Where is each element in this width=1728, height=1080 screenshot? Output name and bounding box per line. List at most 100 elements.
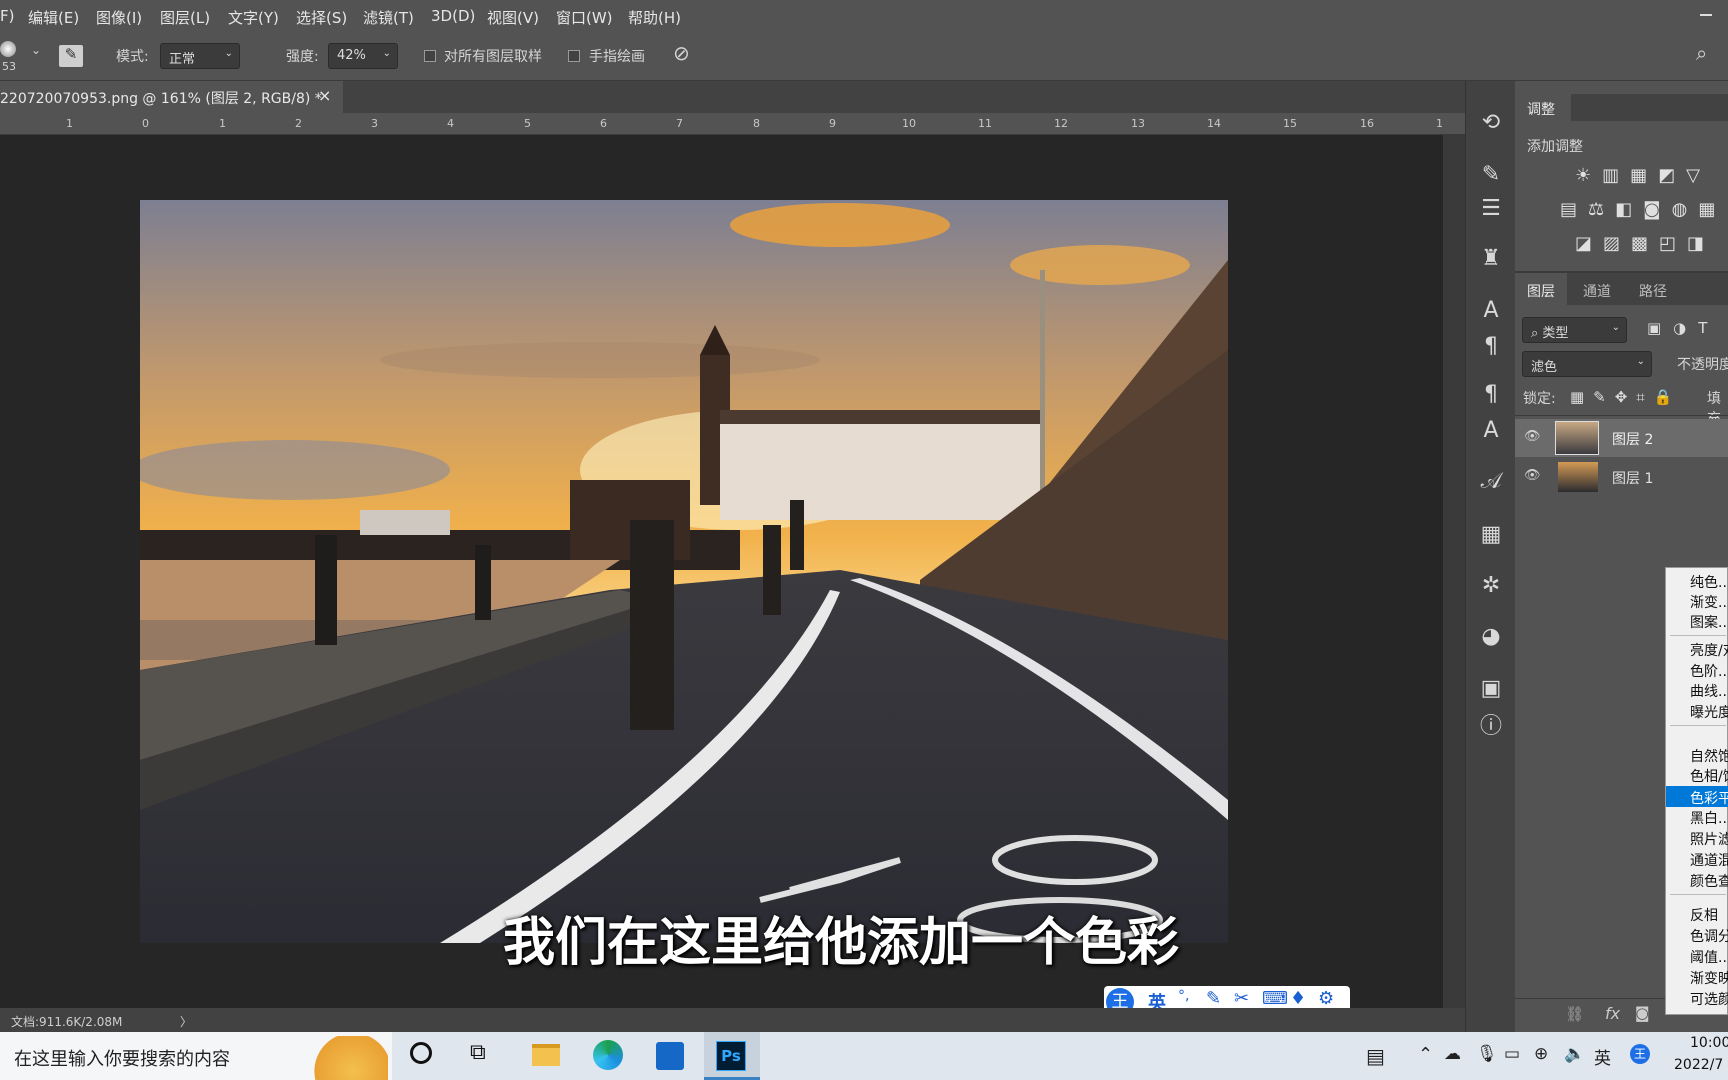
clone-stamp-icon[interactable]: ♜ bbox=[1477, 245, 1505, 273]
character-icon[interactable]: A bbox=[1477, 297, 1505, 325]
sliders-icon[interactable]: ☰ bbox=[1477, 195, 1505, 223]
brush-panel-icon[interactable]: ✎ bbox=[1477, 161, 1505, 189]
menu-item-hue-saturation[interactable]: 色相/饱和度... bbox=[1690, 766, 1728, 786]
layer-filter-select[interactable]: ⌕ 类型 ⌄ bbox=[1522, 317, 1627, 343]
menu-select[interactable]: 选择(S) bbox=[296, 7, 347, 28]
minimize-icon[interactable] bbox=[1700, 14, 1712, 16]
menu-item-posterize[interactable]: 色调分离... bbox=[1690, 926, 1728, 946]
libraries-icon[interactable]: ▣ bbox=[1477, 675, 1505, 703]
lock-icons[interactable]: ▦✎✥⌗🔒 bbox=[1570, 388, 1681, 406]
tab-adjustments[interactable]: 调整 bbox=[1515, 94, 1571, 121]
menu-item-levels[interactable]: 色阶... bbox=[1690, 661, 1728, 681]
visibility-eye-icon[interactable]: 👁 bbox=[1524, 429, 1541, 444]
task-view-icon[interactable]: ⧉ bbox=[470, 1040, 486, 1065]
brush-settings-icon[interactable]: ✎ bbox=[59, 45, 83, 67]
character-styles-icon[interactable]: A bbox=[1477, 417, 1505, 445]
store-icon[interactable] bbox=[656, 1042, 684, 1070]
menu-view[interactable]: 视图(V) bbox=[487, 7, 539, 28]
file-explorer-icon[interactable] bbox=[532, 1044, 560, 1066]
layer-row[interactable]: 👁 图层 1 bbox=[1515, 458, 1728, 496]
taskbar-search-box[interactable]: 在这里输入你要搜索的内容 bbox=[0, 1032, 392, 1080]
history-icon[interactable]: ⟲ bbox=[1477, 109, 1505, 137]
menu-item-brightness-contrast[interactable]: 亮度/对比度... bbox=[1690, 640, 1728, 660]
menu-item-threshold[interactable]: 阈值... bbox=[1690, 947, 1728, 967]
tab-paths[interactable]: 路径 bbox=[1639, 281, 1667, 301]
fx-button[interactable]: fx bbox=[1605, 1004, 1620, 1023]
adjustment-icons-row1[interactable]: ☀▥▦◩▽ bbox=[1575, 165, 1711, 186]
menu-item-photo-filter[interactable]: 照片滤镜... bbox=[1690, 829, 1728, 849]
menu-window[interactable]: 窗口(W) bbox=[556, 7, 613, 28]
paragraph-styles-icon[interactable]: ¶ bbox=[1477, 381, 1505, 409]
chevron-down-icon[interactable]: ⌄ bbox=[31, 43, 41, 57]
layer-row[interactable]: 👁 图层 2 bbox=[1515, 419, 1728, 457]
scissors-icon[interactable]: ✂ bbox=[1234, 988, 1249, 1009]
ime-indicator[interactable]: 英 bbox=[1594, 1044, 1611, 1069]
search-icon[interactable]: ⌕ bbox=[1696, 41, 1707, 65]
mask-icon[interactable]: ◙ bbox=[1635, 1004, 1650, 1022]
finger-paint-checkbox[interactable] bbox=[568, 50, 580, 62]
menu-item-curves[interactable]: 曲线... bbox=[1690, 681, 1728, 701]
blend-mode-select[interactable]: 滤色 ⌄ bbox=[1522, 351, 1652, 377]
table-icon[interactable]: ▦ bbox=[1477, 521, 1505, 549]
edge-browser-icon[interactable] bbox=[593, 1040, 623, 1070]
shirt-icon[interactable]: ♦ bbox=[1290, 988, 1306, 1009]
document-tab[interactable]: 220720070953.png @ 161% (图层 2, RGB/8) * … bbox=[0, 81, 343, 113]
swatches-icon[interactable]: ◕ bbox=[1477, 623, 1505, 651]
visibility-eye-icon[interactable]: 👁 bbox=[1524, 468, 1541, 483]
ime-punct-toggle[interactable]: °, bbox=[1178, 988, 1189, 1004]
paragraph-icon[interactable]: ¶ bbox=[1477, 333, 1505, 361]
link-layers-icon[interactable]: ⛓ bbox=[1565, 1005, 1584, 1023]
menu-item-selective-color[interactable]: 可选颜色... bbox=[1690, 989, 1728, 1009]
menu-layer[interactable]: 图层(L) bbox=[160, 7, 210, 28]
menu-item-channel-mixer[interactable]: 通道混合器... bbox=[1690, 850, 1728, 870]
layer-filter-icons[interactable]: ▣◑T bbox=[1647, 319, 1719, 337]
menu-type[interactable]: 文字(Y) bbox=[228, 7, 279, 28]
menu-item-color-lookup[interactable]: 颜色查找... bbox=[1690, 871, 1728, 891]
sample-all-checkbox[interactable] bbox=[424, 50, 436, 62]
photoshop-taskbar-button[interactable]: Ps bbox=[704, 1032, 760, 1080]
menu-file[interactable]: F) bbox=[0, 7, 14, 25]
3d-icon[interactable]: ✲ bbox=[1477, 572, 1505, 600]
gear-icon[interactable]: ⚙ bbox=[1318, 988, 1334, 1009]
adjustment-icons-row2[interactable]: ▤⚖◧◙◍▦ bbox=[1560, 199, 1726, 220]
menu-image[interactable]: 图像(I) bbox=[96, 7, 142, 28]
onedrive-icon[interactable]: ☁ bbox=[1444, 1044, 1461, 1064]
pressure-icon[interactable]: ⊘ bbox=[673, 41, 690, 65]
mode-select[interactable]: 正常 ⌄ bbox=[160, 43, 240, 69]
menu-item-gradient[interactable]: 渐变... bbox=[1690, 592, 1728, 612]
chevron-up-icon[interactable]: ⌃ bbox=[1418, 1044, 1433, 1065]
volume-icon[interactable]: 🔈 bbox=[1564, 1044, 1585, 1064]
strength-input[interactable]: 42% ⌄ bbox=[328, 43, 398, 69]
menu-item-color-balance[interactable]: 色彩平衡... bbox=[1690, 788, 1728, 808]
menu-item-vibrance[interactable]: 自然饱和度... bbox=[1690, 746, 1728, 766]
menu-item-gradient-map[interactable]: 渐变映射... bbox=[1690, 968, 1728, 988]
clock-time[interactable]: 10:00 bbox=[1690, 1035, 1728, 1051]
close-tab-icon[interactable]: × bbox=[318, 86, 331, 105]
network-icon[interactable]: ⊕ bbox=[1534, 1044, 1548, 1064]
sogou-tray-icon[interactable]: 王 bbox=[1630, 1044, 1650, 1064]
keyboard-icon[interactable]: ⌨ bbox=[1262, 988, 1288, 1009]
menu-item-invert[interactable]: 反相 bbox=[1690, 905, 1718, 925]
tab-channels[interactable]: 通道 bbox=[1583, 281, 1611, 301]
vertical-scrollbar[interactable] bbox=[1443, 135, 1465, 1008]
clock-date[interactable]: 2022/7 bbox=[1674, 1057, 1723, 1073]
brush-preview-icon[interactable] bbox=[0, 41, 16, 57]
menu-help[interactable]: 帮助(H) bbox=[628, 7, 681, 28]
cortana-icon[interactable] bbox=[410, 1042, 432, 1064]
status-menu-arrow[interactable]: 〉 bbox=[180, 1013, 192, 1030]
tab-layers[interactable]: 图层 bbox=[1515, 273, 1567, 305]
battery-icon[interactable]: ▭ bbox=[1504, 1044, 1520, 1064]
menu-3d[interactable]: 3D(D) bbox=[431, 7, 475, 25]
menu-item-exposure[interactable]: 曝光度... bbox=[1690, 702, 1728, 722]
microphone-icon[interactable]: 🎙 bbox=[1476, 1044, 1498, 1064]
menu-item-black-white[interactable]: 黑白... bbox=[1690, 808, 1728, 828]
news-icon[interactable]: ▤ bbox=[1366, 1044, 1385, 1068]
menu-filter[interactable]: 滤镜(T) bbox=[363, 7, 414, 28]
document-image[interactable] bbox=[140, 200, 1228, 943]
glyphs-icon[interactable]: 𝒜 bbox=[1477, 468, 1505, 496]
menu-item-pattern[interactable]: 图案... bbox=[1690, 612, 1728, 632]
pen-icon[interactable]: ✎ bbox=[1206, 988, 1221, 1009]
menu-edit[interactable]: 编辑(E) bbox=[28, 7, 79, 28]
menu-item-solid-color[interactable]: 纯色... bbox=[1690, 572, 1728, 592]
info-icon[interactable]: ⓘ bbox=[1477, 713, 1505, 741]
